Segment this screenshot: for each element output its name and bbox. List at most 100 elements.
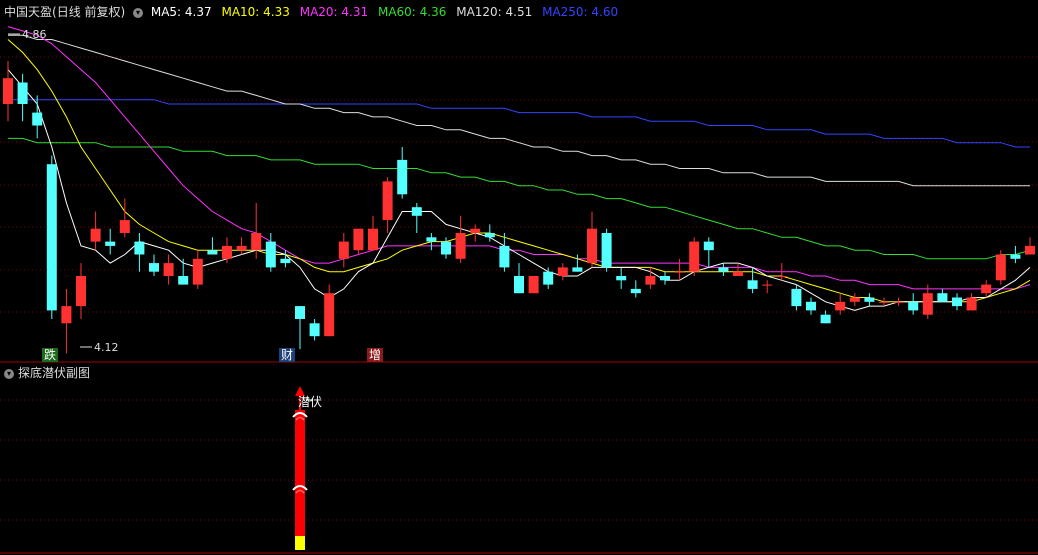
candle-body — [966, 297, 977, 311]
candle-body — [265, 241, 276, 268]
candle-body — [806, 301, 816, 311]
candle-body — [776, 276, 787, 277]
candle-body — [90, 228, 101, 242]
event-tag-finance[interactable]: 财 — [279, 348, 296, 362]
candle-body — [411, 207, 422, 216]
candle-body — [572, 267, 583, 272]
ma60-line — [8, 137, 1031, 260]
sub-chart-settings-icon[interactable]: ▾ — [4, 368, 14, 379]
ma20-label: MA20: 4.31 — [299, 5, 369, 19]
candle-body — [76, 276, 86, 307]
candle-body — [922, 293, 933, 315]
ma250-line — [8, 99, 1030, 148]
candle-body — [543, 271, 554, 285]
signal-label: 潜伏 — [298, 395, 323, 409]
candle-body — [3, 78, 13, 104]
candle-body — [499, 245, 510, 268]
candle-body — [864, 297, 875, 302]
signal-bar — [295, 410, 305, 536]
candle-body — [879, 301, 889, 303]
sub-chart-header: ▾ 探底潜伏副图 — [4, 366, 90, 380]
ma10-label: MA10: 4.33 — [221, 5, 290, 19]
ma120-line — [8, 34, 1030, 187]
candle-body — [1025, 245, 1035, 255]
candle-body — [514, 276, 524, 294]
low-price-label: 4.12 — [94, 341, 119, 354]
ma10-line — [7, 39, 1031, 303]
sub-chart-title[interactable]: 探底潜伏副图 — [18, 366, 90, 380]
candle-body — [470, 228, 481, 233]
candle-body — [455, 233, 466, 259]
kline-chart[interactable]: 4.86 4.12 — [0, 0, 1038, 555]
candle-body — [222, 245, 232, 259]
candle-body — [353, 228, 364, 251]
candle-body — [703, 241, 714, 251]
candle-body — [163, 263, 174, 276]
ma60-label: MA60: 4.36 — [377, 5, 447, 19]
candle-body — [995, 254, 1006, 281]
candle-body — [630, 288, 641, 294]
candle-body — [324, 293, 335, 337]
candle-body — [192, 258, 203, 285]
candle-body — [674, 271, 685, 273]
candle-body — [309, 323, 320, 337]
candle-body — [338, 241, 349, 259]
candle-body — [32, 112, 43, 126]
ma20-line — [7, 26, 1031, 290]
candle-body — [820, 314, 831, 324]
candle-body — [893, 301, 904, 303]
candle-body — [280, 258, 291, 264]
candle-body — [484, 233, 495, 238]
candle-body — [762, 284, 773, 286]
candle-body — [835, 301, 846, 311]
candle-body — [149, 263, 159, 272]
candle-body — [791, 288, 802, 307]
grid-lines — [0, 56, 1038, 554]
candle-body — [660, 276, 670, 281]
candle-body — [587, 228, 597, 264]
sub-chart — [292, 386, 312, 550]
event-tag-drop[interactable]: 跌 — [42, 348, 59, 362]
ma120-label: MA120: 4.51 — [456, 5, 533, 19]
candle-body — [733, 271, 743, 276]
high-price-label: 4.86 — [22, 28, 47, 41]
candle-body — [747, 280, 758, 289]
candle-body — [134, 241, 145, 255]
ma5-label: MA5: 4.37 — [150, 5, 212, 19]
candle-body — [937, 293, 948, 302]
event-tag-increase[interactable]: 增 — [367, 348, 384, 362]
header-settings-icon[interactable]: ▾ — [133, 7, 144, 18]
candle-body — [61, 306, 72, 324]
candle-body — [849, 297, 860, 302]
candle-body — [601, 233, 612, 268]
chart-mode: (日线 前复权) — [52, 5, 126, 19]
candle-body — [178, 276, 189, 285]
candle-body — [981, 284, 992, 294]
ma250-label: MA250: 4.60 — [542, 5, 619, 19]
candle-body — [295, 306, 305, 319]
candle-body — [689, 241, 700, 272]
candle-body — [426, 237, 437, 242]
stock-name[interactable]: 中国天盈 — [4, 5, 52, 19]
candle-body — [207, 250, 218, 255]
candle-body — [17, 82, 28, 104]
candle-body — [557, 267, 568, 276]
candle-body — [616, 276, 627, 281]
candle-body — [119, 220, 130, 233]
candle-body — [718, 267, 729, 272]
signal-bar-base — [295, 536, 305, 550]
candle-body — [397, 159, 408, 195]
candle-body — [382, 181, 393, 221]
candle-body — [528, 276, 539, 294]
candle-body — [908, 301, 919, 311]
candle-body — [1010, 254, 1021, 259]
candle-body — [368, 228, 378, 251]
candle-body — [46, 164, 57, 311]
candle-body — [236, 245, 247, 251]
candle-body — [251, 233, 262, 251]
chart-header: 中国天盈(日线 前复权) ▾ MA5: 4.37 MA10: 4.33 MA20… — [4, 5, 618, 19]
candle-body — [952, 297, 962, 307]
candle-body — [645, 276, 656, 285]
candle-body — [105, 241, 116, 246]
candles — [3, 61, 1035, 354]
